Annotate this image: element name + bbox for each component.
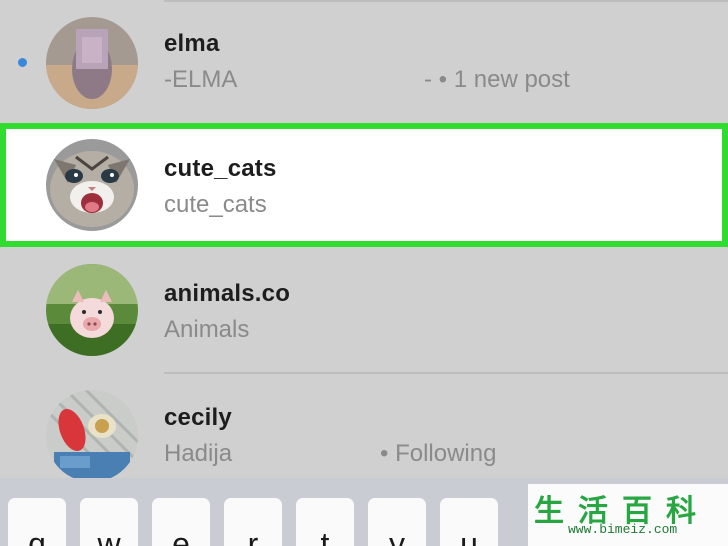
full-name: cute_cats: [164, 191, 267, 218]
username: animals.co: [164, 280, 291, 307]
search-results-list: elma -ELMA - • 1 new post cute_cats cute…: [0, 0, 728, 482]
key-u[interactable]: u: [440, 498, 498, 546]
key-y[interactable]: y: [368, 498, 426, 546]
unread-dot: [18, 58, 27, 67]
watermark: 生活百科 www.bimeiz.com: [528, 484, 728, 546]
key-e[interactable]: e: [152, 498, 210, 546]
key-r[interactable]: r: [224, 498, 282, 546]
result-row-elma[interactable]: elma -ELMA - • 1 new post: [0, 0, 728, 122]
full-name: Animals: [164, 316, 250, 343]
result-row-cute-cats[interactable]: cute_cats cute_cats: [0, 123, 728, 247]
avatar[interactable]: [46, 390, 138, 482]
avatar[interactable]: [46, 17, 138, 109]
key-t[interactable]: t: [296, 498, 354, 546]
result-row-animals-co[interactable]: animals.co Animals: [0, 248, 728, 372]
username: elma: [164, 30, 220, 57]
avatar[interactable]: [46, 264, 138, 356]
full-name: Hadija: [164, 440, 233, 467]
key-q[interactable]: q: [8, 498, 66, 546]
result-row-cecily[interactable]: cecily Hadija • Following: [0, 374, 728, 482]
avatar[interactable]: [46, 139, 138, 231]
follow-status: • Following: [380, 440, 497, 467]
username: cecily: [164, 404, 232, 431]
username: cute_cats: [164, 155, 277, 182]
watermark-url: www.bimeiz.com: [568, 522, 678, 537]
key-w[interactable]: w: [80, 498, 138, 546]
post-status: - • 1 new post: [424, 66, 570, 93]
full-name: -ELMA: [164, 66, 238, 93]
